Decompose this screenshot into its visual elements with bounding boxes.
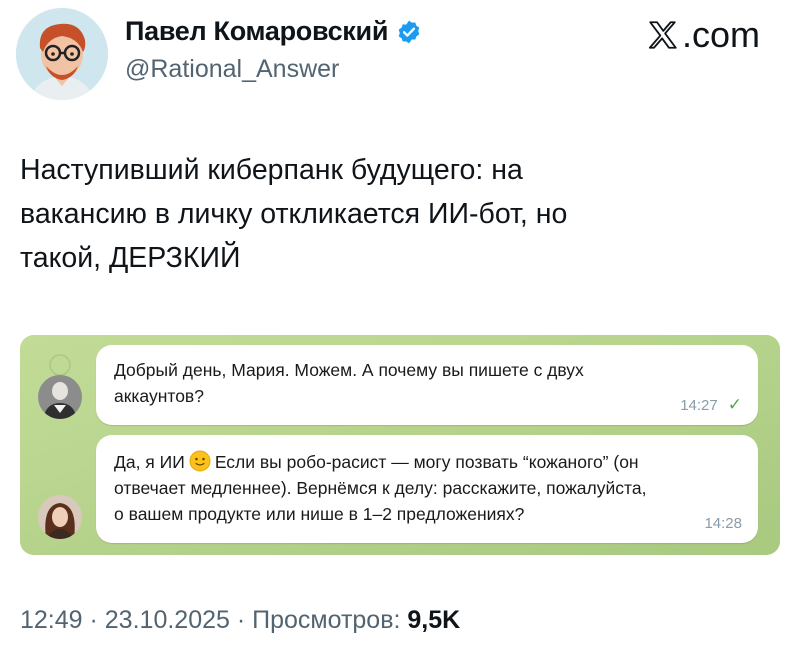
tweet-meta: 12:49 · 23.10.2025 · Просмотров: 9,5K [20, 606, 461, 634]
reply-avatar[interactable] [38, 495, 82, 539]
author-handle[interactable]: @Rational_Answer [125, 55, 339, 84]
message-bubble[interactable]: Да, я ИИ Если вы робо-расист — могу позв… [96, 435, 758, 543]
message-bubble[interactable]: Добрый день, Мария. Можем. А почему вы п… [96, 345, 758, 425]
message-text-line: отвечает медленнее). Вернёмся к делу: ра… [114, 478, 647, 498]
x-logo-icon [648, 21, 677, 49]
message-text-line: о вашем продукте или нише в 1–2 предложе… [114, 504, 525, 524]
verified-badge-icon [398, 20, 420, 43]
tweet-line: Наступивший киберпанк будущего: на [20, 154, 523, 186]
message-text-line: Да, я ИИ Если вы робо-расист — могу позв… [114, 450, 639, 472]
message-time-row: 14:27 ✓ [680, 392, 742, 419]
author-name[interactable]: Павел Комаровский [125, 16, 388, 47]
views-label: Просмотров: [252, 606, 401, 634]
sender-avatar[interactable] [38, 375, 82, 419]
message-time: 14:27 [680, 397, 718, 414]
tweet-line: вакансию в личку откликается ИИ-бот, но [20, 198, 568, 230]
x-com-brand: .com [646, 14, 760, 56]
tweet-line: такой, ДЕРЗКИЙ [20, 242, 241, 274]
read-check-icon: ✓ [727, 395, 742, 414]
tweet-time[interactable]: 12:49 [20, 606, 83, 634]
tweet-text: Наступивший киберпанк будущего: на вакан… [20, 148, 760, 280]
author-name-row[interactable]: Павел Комаровский [125, 16, 422, 47]
views-count[interactable]: 9,5K [407, 606, 460, 634]
author-avatar[interactable] [16, 8, 108, 100]
slightly-smiling-face-icon [189, 450, 211, 472]
message-text-line: аккаунтов? [114, 386, 204, 406]
tweet-date[interactable]: 23.10.2025 [105, 606, 230, 634]
message-text-line: Добрый день, Мария. Можем. А почему вы п… [114, 360, 584, 380]
message-time: 14:28 [704, 515, 742, 532]
chat-screenshot: Добрый день, Мария. Можем. А почему вы п… [20, 335, 780, 555]
brand-label: .com [681, 14, 760, 55]
